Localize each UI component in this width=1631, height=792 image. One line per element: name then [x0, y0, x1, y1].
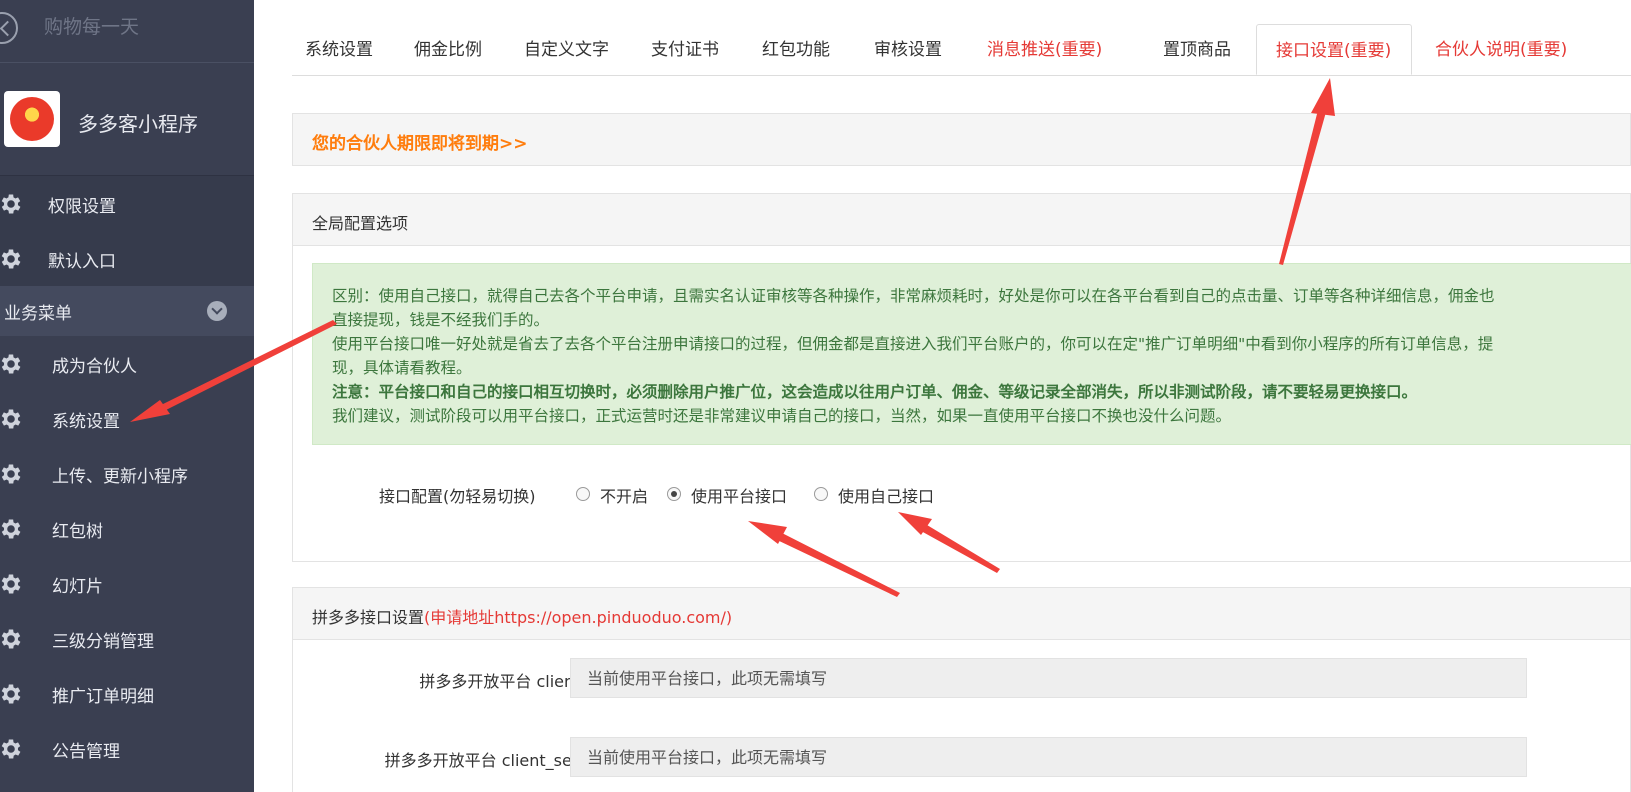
gear-icon: [1, 739, 21, 759]
radio-disabled[interactable]: 不开启: [576, 481, 656, 507]
sidebar-item-label: 幻灯片: [52, 577, 103, 597]
tab-red-packet[interactable]: 红包功能: [762, 24, 830, 75]
panel-heading: 全局配置选项: [293, 194, 1630, 246]
sidebar-item-label: 红包树: [52, 522, 103, 542]
tab-bar: 系统设置 佣金比例 自定义文字 支付证书 红包功能 审核设置 消息推送(重要) …: [292, 24, 1631, 76]
info-line: 区别：使用自己接口，就得自己去各个平台申请，且需实名认证审核等各种操作，非常麻烦…: [332, 287, 1495, 305]
interface-config-row: 接口配置(勿轻易切换) 不开启 使用平台接口 使用自己接口: [293, 481, 1631, 509]
pdd-interface-panel: 拼多多接口设置(申请地址https://open.pinduoduo.com/)…: [292, 587, 1631, 792]
app-logo-icon: [10, 97, 54, 141]
sidebar-item-label: 成为合伙人: [52, 357, 137, 377]
radio-label: 使用平台接口: [691, 487, 788, 506]
sidebar-item-slideshow[interactable]: 幻灯片: [0, 556, 254, 611]
app-logo: [4, 91, 60, 147]
tab-commission-ratio[interactable]: 佣金比例: [414, 24, 482, 75]
sidebar-item-label: 推广订单明细: [52, 687, 154, 707]
sidebar-header: 购物每一天: [0, 0, 254, 63]
app-profile: 多多客小程序: [0, 63, 254, 176]
gear-icon: [1, 464, 21, 484]
expiry-notice[interactable]: 您的合伙人期限即将到期>>: [292, 113, 1631, 166]
sidebar-group-label: 业务菜单: [4, 304, 72, 324]
gear-icon: [1, 249, 21, 269]
gear-icon: [1, 409, 21, 429]
sidebar-top-title: 购物每一天: [44, 16, 140, 38]
info-line: 我们建议，测试阶段可以用平台接口，正式运营时还是非常建议申请自己的接口，当然，如…: [332, 407, 1232, 425]
radio-label: 使用自己接口: [838, 487, 935, 506]
radio-label: 不开启: [600, 487, 649, 506]
app-name: 多多客小程序: [78, 112, 198, 136]
info-line: 使用平台接口唯一好处就是省去了去各个平台注册申请接口的过程，但佣金都是直接进入我…: [332, 335, 1494, 353]
tab-custom-text[interactable]: 自定义文字: [524, 24, 609, 75]
gear-icon: [1, 519, 21, 539]
sidebar-group-business-menu[interactable]: 业务菜单: [0, 286, 254, 336]
sidebar-item-announcements[interactable]: 公告管理: [0, 721, 254, 776]
tab-review-settings[interactable]: 审核设置: [874, 24, 942, 75]
sidebar-item-promo-orders[interactable]: 推广订单明细: [0, 666, 254, 721]
tab-partner-info[interactable]: 合伙人说明(重要): [1435, 24, 1567, 75]
sidebar-item-label: 权限设置: [48, 197, 116, 217]
panel-heading: 拼多多接口设置(申请地址https://open.pinduoduo.com/): [293, 588, 1630, 640]
info-warning-line: 注意：平台接口和自己的接口相互切换时，必须删除用户推广位，这会造成以往用户订单、…: [332, 383, 1418, 401]
gear-icon: [1, 629, 21, 649]
radio-circle-checked[interactable]: [667, 487, 681, 501]
chevron-down-icon[interactable]: [207, 301, 227, 321]
gear-icon: [1, 354, 21, 374]
sidebar-item-label: 上传、更新小程序: [52, 467, 188, 487]
client-id-input[interactable]: [570, 658, 1527, 698]
info-line: 现，具体请看教程。: [332, 359, 472, 377]
info-line: 直接提现，钱是不经我们手的。: [332, 311, 550, 329]
interface-config-label: 接口配置(勿轻易切换): [379, 487, 536, 506]
radio-platform-interface[interactable]: 使用平台接口: [667, 481, 807, 507]
main-content: 系统设置 佣金比例 自定义文字 支付证书 红包功能 审核设置 消息推送(重要) …: [254, 0, 1631, 792]
sidebar-item-distribution[interactable]: 三级分销管理: [0, 611, 254, 666]
sidebar-item-permissions[interactable]: 权限设置: [0, 176, 254, 231]
sidebar-item-red-packet-tree[interactable]: 红包树: [0, 501, 254, 556]
sidebar-item-label: 三级分销管理: [52, 632, 154, 652]
client-secret-input[interactable]: [570, 737, 1527, 777]
gear-icon: [1, 684, 21, 704]
radio-circle[interactable]: [814, 487, 828, 501]
tab-message-push[interactable]: 消息推送(重要): [987, 24, 1102, 75]
pdd-apply-link[interactable]: (申请地址https://open.pinduoduo.com/): [424, 608, 732, 627]
tab-payment-cert[interactable]: 支付证书: [651, 24, 719, 75]
client-id-row: 拼多多开放平台 client_id: [293, 658, 1631, 700]
sidebar-item-label: 默认入口: [48, 252, 116, 272]
back-arrow-icon[interactable]: [0, 12, 18, 44]
sidebar-item-become-partner[interactable]: 成为合伙人: [0, 336, 254, 391]
panel-title: 拼多多接口设置(申请地址https://open.pinduoduo.com/): [312, 604, 732, 628]
global-config-panel: 全局配置选项 区别：使用自己接口，就得自己去各个平台申请，且需实名认证审核等各种…: [292, 193, 1631, 562]
client-secret-row: 拼多多开放平台 client_secret: [293, 737, 1631, 779]
pdd-panel-title: 拼多多接口设置: [312, 608, 425, 627]
gear-icon: [1, 574, 21, 594]
sidebar-item-default-entry[interactable]: 默认入口: [0, 231, 254, 286]
panel-title: 全局配置选项: [312, 214, 409, 233]
sidebar-item-system-settings[interactable]: 系统设置: [0, 391, 254, 446]
tab-pinned-products[interactable]: 置顶商品: [1163, 24, 1231, 75]
sidebar: 购物每一天 多多客小程序 权限设置 默认入口 业务菜单 成为合伙人 系统设置 上…: [0, 0, 254, 792]
sidebar-item-label: 公告管理: [52, 742, 120, 762]
radio-circle[interactable]: [576, 487, 590, 501]
radio-own-interface[interactable]: 使用自己接口: [814, 481, 954, 507]
sidebar-item-label: 系统设置: [52, 412, 120, 432]
tab-interface-settings[interactable]: 接口设置(重要): [1256, 24, 1412, 75]
tab-system-settings[interactable]: 系统设置: [305, 24, 373, 75]
info-alert: 区别：使用自己接口，就得自己去各个平台申请，且需实名认证审核等各种操作，非常麻烦…: [312, 263, 1631, 445]
gear-icon: [1, 194, 21, 214]
expiry-notice-text[interactable]: 您的合伙人期限即将到期>>: [312, 129, 528, 154]
sidebar-item-upload-miniprogram[interactable]: 上传、更新小程序: [0, 446, 254, 501]
